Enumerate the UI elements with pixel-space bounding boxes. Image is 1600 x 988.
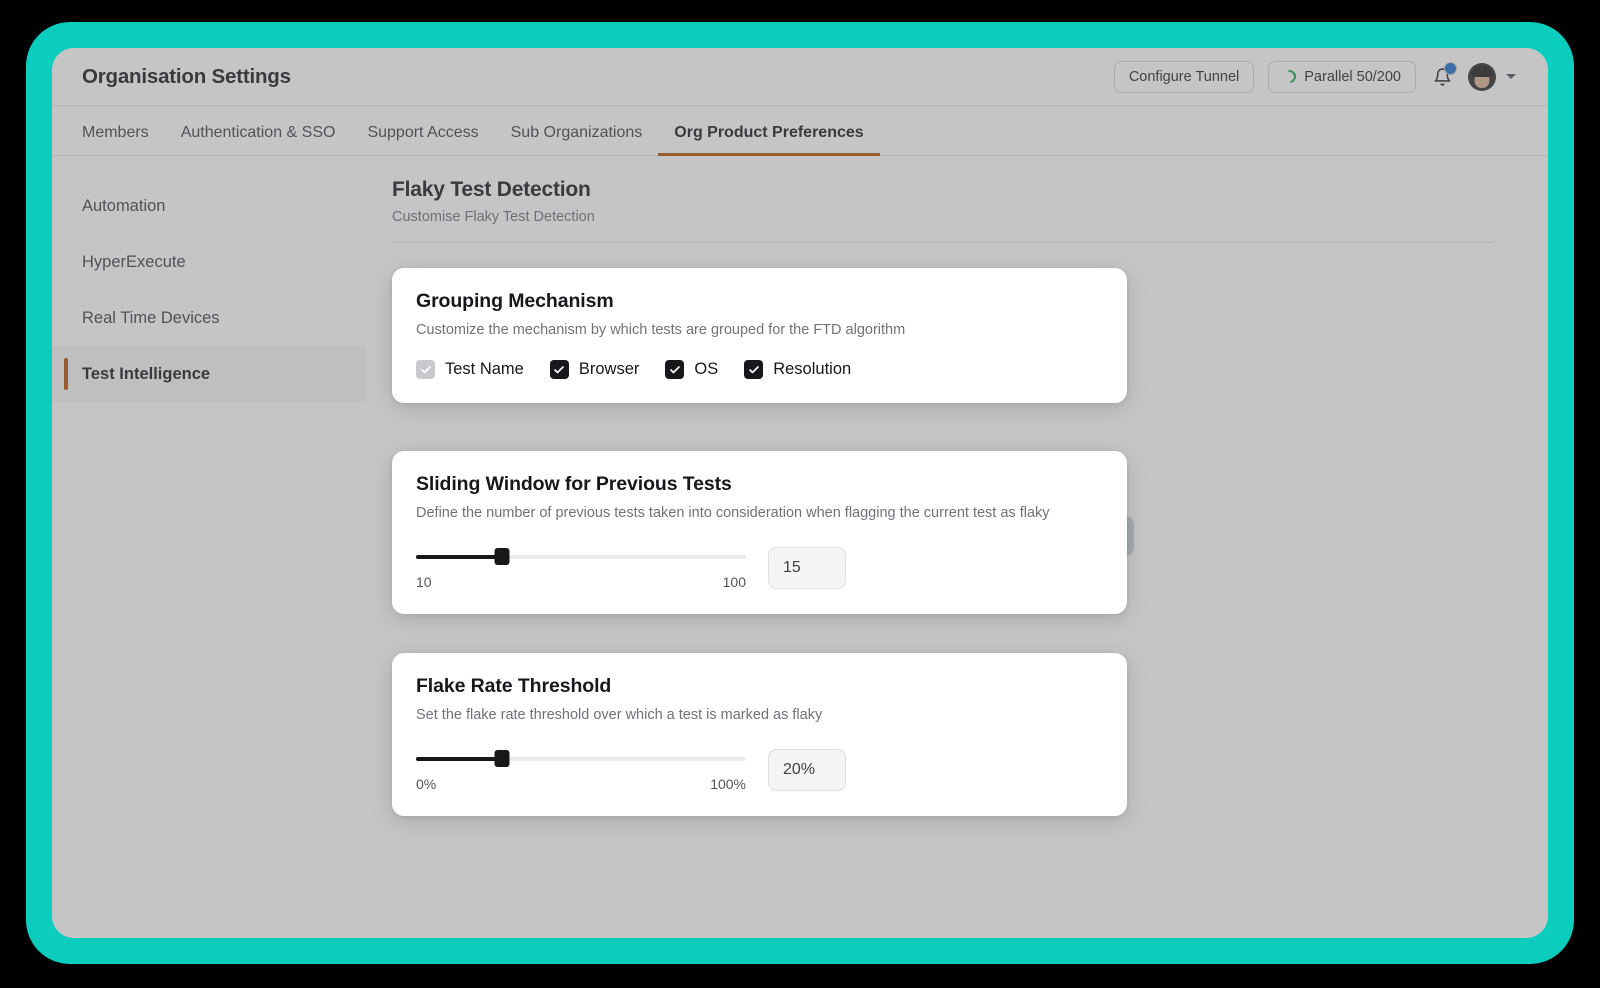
sliding-window-subtitle: Define the number of previous tests take…	[416, 505, 1050, 521]
checkbox-os-label: OS	[694, 360, 719, 378]
sliding-window-title: Sliding Window for Previous Tests	[416, 473, 732, 495]
flake-rate-control: 0% 100% 20%	[416, 749, 1103, 792]
slider-min-label: 10	[416, 574, 432, 590]
section-title: Flaky Test Detection	[392, 178, 591, 201]
checkbox-resolution[interactable]: Resolution	[744, 360, 851, 379]
section-divider	[392, 242, 1494, 243]
slider-thumb[interactable]	[494, 548, 510, 565]
flake-rate-slider[interactable]: 0% 100%	[416, 749, 746, 792]
checkbox-test-name-label: Test Name	[445, 360, 524, 378]
slider-fill	[416, 555, 502, 559]
slider-track[interactable]	[416, 548, 746, 565]
checkmark-icon	[416, 360, 435, 379]
slider-thumb[interactable]	[494, 750, 510, 767]
sliding-window-control: 10 100 15	[416, 547, 1103, 590]
slider-ticks: 10 100	[416, 574, 746, 590]
checkbox-browser-label: Browser	[578, 360, 640, 378]
slider-max-label: 100%	[710, 776, 746, 792]
notification-badge	[1444, 61, 1457, 75]
grouping-options: Test Name Browser OS Resolution	[416, 360, 1103, 379]
chevron-down-icon[interactable]	[1506, 74, 1516, 79]
flake-rate-title: Flake Rate Threshold	[416, 675, 612, 697]
grouping-card-title: Grouping Mechanism	[416, 290, 614, 312]
checkbox-resolution-label: Resolution	[773, 360, 852, 378]
spinner-icon	[1280, 67, 1299, 86]
slider-max-label: 100	[722, 574, 746, 590]
grouping-mechanism-card: Grouping Mechanism Customize the mechani…	[392, 268, 1127, 403]
tab-sub-organizations[interactable]: Sub Organizations	[495, 124, 659, 155]
checkmark-icon	[665, 360, 685, 379]
slider-ticks: 0% 100%	[416, 776, 746, 792]
sidebar-item-test-intelligence[interactable]: Test Intelligence	[52, 346, 366, 402]
header-actions: Configure Tunnel Parallel 50/200	[1113, 60, 1516, 93]
slider-fill	[416, 757, 502, 761]
checkbox-browser[interactable]: Browser	[549, 360, 640, 379]
app-header: Organisation Settings Configure Tunnel P…	[52, 48, 1548, 106]
tab-members[interactable]: Members	[82, 124, 165, 155]
page-title: Organisation Settings	[82, 64, 291, 88]
sliding-window-value-input[interactable]: 15	[768, 547, 846, 589]
checkbox-os[interactable]: OS	[665, 360, 718, 379]
avatar-hair	[1471, 65, 1493, 77]
tab-authentication-sso[interactable]: Authentication & SSO	[165, 124, 352, 155]
avatar[interactable]	[1468, 62, 1496, 91]
checkbox-test-name[interactable]: Test Name	[416, 360, 524, 379]
sliding-window-slider[interactable]: 10 100	[416, 547, 746, 590]
flake-rate-threshold-card: Flake Rate Threshold Set the flake rate …	[392, 653, 1127, 816]
section-subtitle: Customise Flaky Test Detection	[392, 209, 595, 225]
settings-tabs: Members Authentication & SSO Support Acc…	[52, 106, 1548, 156]
flake-rate-subtitle: Set the flake rate threshold over which …	[416, 707, 823, 723]
tab-support-access[interactable]: Support Access	[351, 124, 494, 155]
settings-sidebar: Automation HyperExecute Real Time Device…	[52, 156, 366, 937]
teal-frame: Organisation Settings Configure Tunnel P…	[26, 22, 1574, 964]
parallel-label: Parallel 50/200	[1304, 68, 1401, 85]
notifications-button[interactable]	[1430, 61, 1457, 90]
slider-min-label: 0%	[416, 776, 437, 792]
flake-rate-value-input[interactable]: 20%	[768, 749, 846, 791]
configure-tunnel-button[interactable]: Configure Tunnel	[1113, 60, 1255, 93]
sidebar-item-automation[interactable]: Automation	[52, 178, 366, 234]
checkmark-icon	[549, 360, 569, 379]
sidebar-item-hyperexecute[interactable]: HyperExecute	[52, 234, 366, 290]
app-window: Organisation Settings Configure Tunnel P…	[52, 48, 1548, 938]
sidebar-item-real-time-devices[interactable]: Real Time Devices	[52, 290, 366, 346]
parallel-status-button[interactable]: Parallel 50/200	[1268, 60, 1416, 93]
sliding-window-card: Sliding Window for Previous Tests Define…	[392, 451, 1127, 614]
tab-org-product-preferences[interactable]: Org Product Preferences	[658, 124, 881, 156]
slider-track[interactable]	[416, 750, 746, 767]
grouping-card-subtitle: Customize the mechanism by which tests a…	[416, 322, 906, 338]
checkmark-icon	[744, 360, 764, 379]
